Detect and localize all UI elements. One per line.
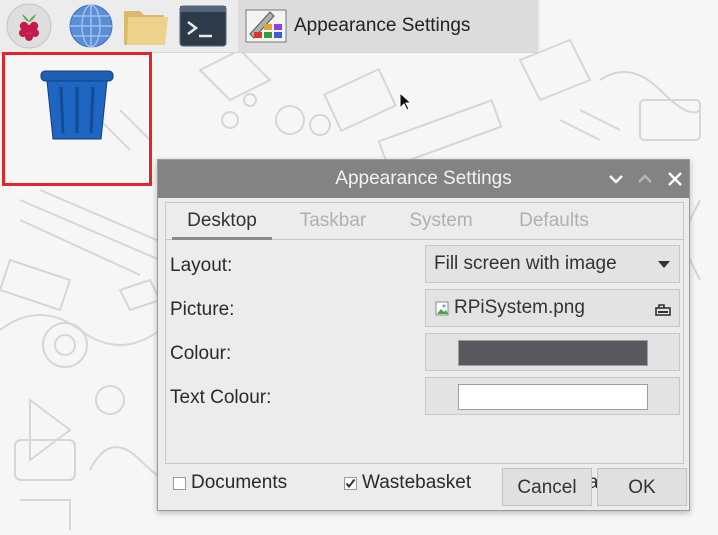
picture-filename: RPiSystem.png (454, 297, 585, 318)
colour-label: Colour: (170, 343, 232, 364)
ok-button[interactable]: OK (597, 468, 687, 506)
raspberry-menu-icon (6, 3, 52, 49)
documents-checkbox[interactable]: Documents (173, 471, 287, 495)
terminal-button[interactable] (178, 2, 228, 50)
raspberry-menu-button[interactable] (4, 2, 54, 50)
picture-file-chooser[interactable]: RPiSystem.png (425, 289, 680, 327)
text-colour-button[interactable] (425, 377, 680, 415)
close-icon (668, 172, 682, 186)
documents-checkbox-box (173, 476, 186, 490)
layout-label: Layout: (170, 255, 233, 276)
text-colour-label: Text Colour: (170, 387, 272, 408)
wastebasket-checkbox[interactable]: Wastebasket (344, 471, 471, 495)
tab-desktop[interactable]: Desktop (172, 203, 272, 240)
layout-value: Fill screen with image (434, 253, 617, 274)
minimize-button[interactable] (604, 167, 628, 191)
folder-icon (124, 11, 168, 45)
tab-defaults[interactable]: Defaults (504, 203, 604, 239)
layout-select[interactable]: Fill screen with image (425, 245, 680, 283)
terminal-icon (179, 5, 227, 47)
dropdown-arrow-icon (658, 261, 670, 268)
taskbar-window-label: Appearance Settings (294, 15, 471, 36)
web-browser-button[interactable] (66, 2, 116, 50)
tab-taskbar[interactable]: Taskbar (284, 203, 382, 239)
taskbar: Appearance Settings (0, 0, 540, 53)
wastebasket-checkbox-box (344, 476, 357, 490)
minimize-icon (609, 175, 623, 184)
settings-notebook: Desktop Taskbar System Defaults Layout: … (165, 202, 684, 493)
wastebasket-icon (40, 70, 114, 140)
taskbar-window-appearance-settings[interactable]: Appearance Settings (238, 0, 538, 52)
folder-open-icon (655, 304, 671, 316)
colour-swatch (458, 340, 648, 366)
documents-checkbox-label: Documents (191, 472, 288, 493)
mouse-pointer-icon (399, 92, 413, 111)
colour-button[interactable] (425, 333, 680, 371)
maximize-button[interactable] (633, 167, 657, 191)
text-colour-swatch (458, 384, 648, 410)
file-manager-button[interactable] (122, 2, 172, 50)
tab-bar: Desktop Taskbar System Defaults (166, 203, 683, 240)
image-file-icon (435, 301, 449, 316)
wastebasket-checkbox-label: Wastebasket (362, 472, 472, 493)
picture-label: Picture: (170, 299, 235, 320)
close-button[interactable] (663, 167, 687, 191)
checkmark-icon (345, 478, 356, 488)
globe-icon (69, 4, 113, 48)
dialog-titlebar[interactable]: Appearance Settings (158, 160, 689, 198)
palette-icon (245, 9, 287, 43)
wastebasket-desktop-icon[interactable] (2, 52, 152, 186)
tab-system[interactable]: System (394, 203, 488, 239)
maximize-icon (638, 174, 652, 183)
appearance-settings-dialog: Appearance Settings Desktop Taskbar Syst… (157, 159, 690, 511)
cancel-button[interactable]: Cancel (502, 468, 592, 506)
